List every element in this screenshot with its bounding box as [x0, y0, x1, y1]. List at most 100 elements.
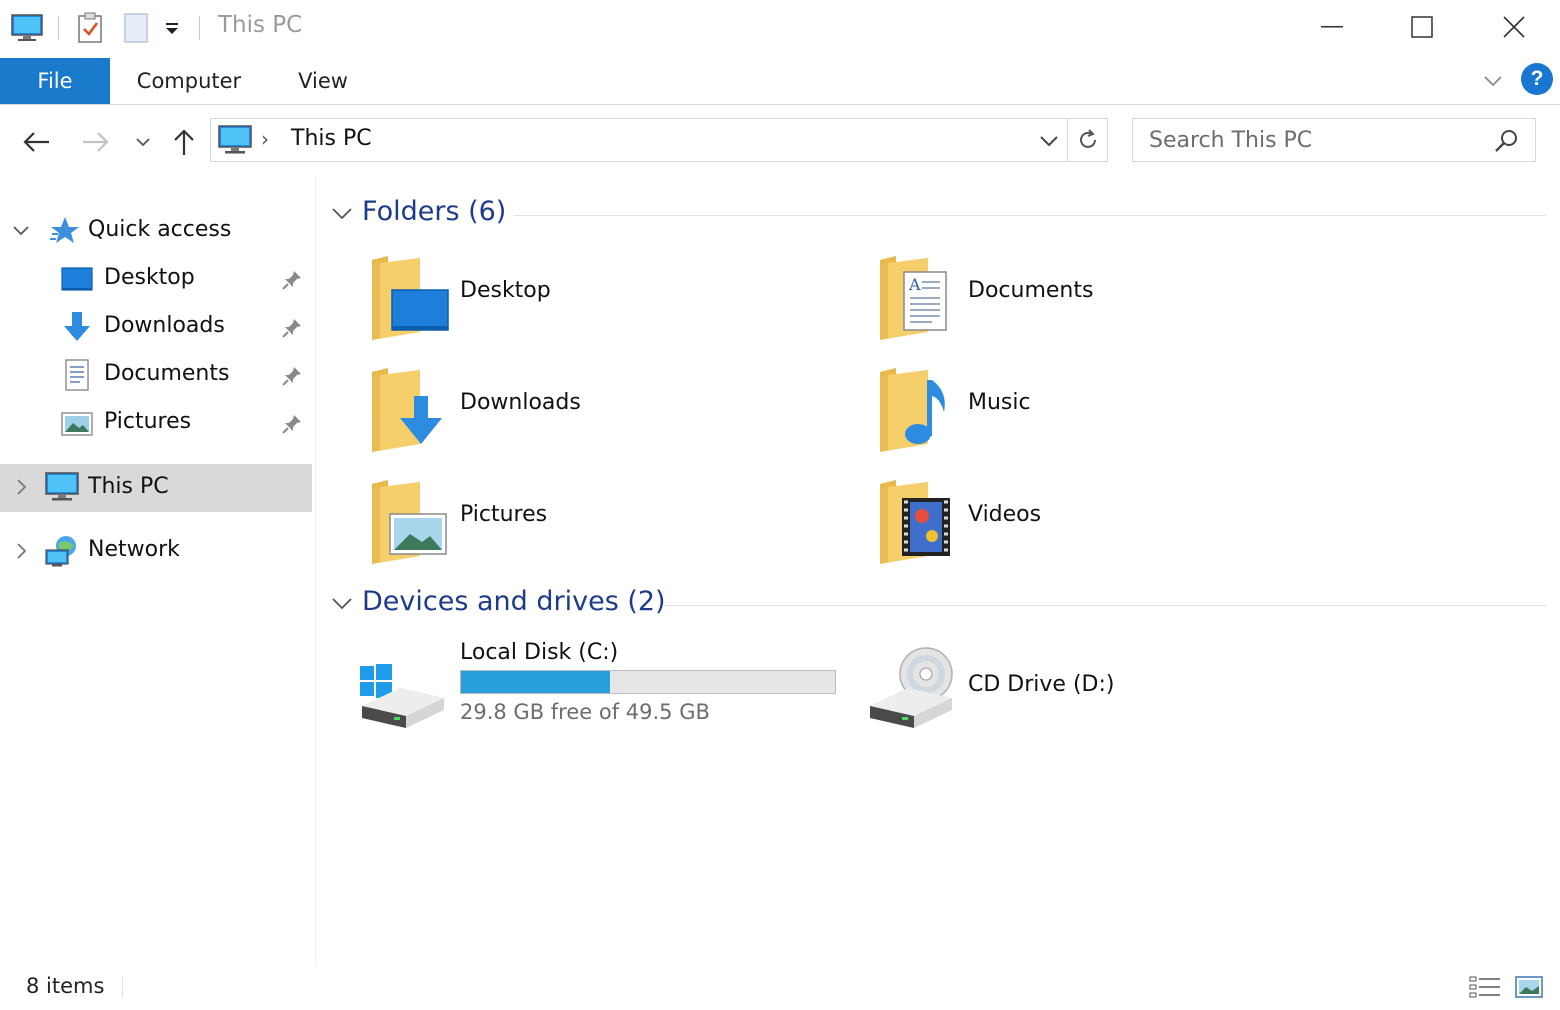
- pictures-folder-icon: [370, 478, 454, 568]
- folder-tile-music[interactable]: Music: [878, 366, 1358, 466]
- pin-icon[interactable]: [280, 412, 304, 436]
- drive-usage-fill: [461, 671, 610, 693]
- music-folder-icon: [878, 366, 962, 456]
- nav-quick-access[interactable]: Quick access: [0, 208, 312, 254]
- nav-quick-desktop[interactable]: Desktop: [0, 256, 312, 302]
- close-button[interactable]: [1484, 4, 1544, 50]
- devices-group-header[interactable]: Devices and drives (2): [330, 584, 1546, 624]
- help-button[interactable]: ?: [1521, 63, 1553, 95]
- folder-label-music: Music: [968, 390, 1031, 415]
- nav-quick-documents[interactable]: Documents: [0, 352, 312, 398]
- nav-label-desktop: Desktop: [104, 265, 195, 290]
- folders-group-header[interactable]: Folders (6): [330, 194, 1546, 234]
- search-box[interactable]: [1132, 118, 1536, 162]
- refresh-icon[interactable]: [1067, 119, 1107, 161]
- search-input[interactable]: [1133, 119, 1493, 161]
- nav-label-pictures: Pictures: [104, 409, 192, 434]
- back-arrow-icon[interactable]: [18, 124, 54, 160]
- drive-label-cd-drive-d: CD Drive (D:): [968, 672, 1115, 697]
- pin-icon[interactable]: [280, 364, 304, 388]
- drive-label-local-disk-c: Local Disk (C:): [460, 640, 619, 665]
- drive-tile-cd-drive-d[interactable]: CD Drive (D:): [868, 644, 1268, 754]
- tab-file[interactable]: File: [0, 58, 110, 104]
- search-icon[interactable]: [1493, 127, 1523, 155]
- network-icon: [44, 534, 78, 568]
- documents-icon: [60, 358, 94, 392]
- large-icons-view-icon[interactable]: [1512, 972, 1546, 1002]
- nav-label-this-pc: This PC: [88, 474, 169, 499]
- window-title: This PC: [218, 12, 303, 38]
- downloads-icon: [60, 310, 94, 344]
- pin-icon[interactable]: [280, 268, 304, 292]
- drive-tile-local-disk-c[interactable]: Local Disk (C:) 29.8 GB free of 49.5 GB: [360, 636, 840, 746]
- folders-group-title: Folders (6): [362, 196, 507, 227]
- tab-computer[interactable]: Computer: [124, 58, 254, 104]
- forward-arrow-icon[interactable]: [78, 124, 114, 160]
- folder-label-downloads: Downloads: [460, 390, 581, 415]
- nav-label-downloads: Downloads: [104, 313, 225, 338]
- breadcrumb-this-pc[interactable]: This PC: [291, 126, 372, 151]
- navigation-bar: › This PC: [0, 106, 1560, 176]
- nav-quick-downloads[interactable]: Downloads: [0, 304, 312, 350]
- expand-chevron-icon[interactable]: [10, 476, 32, 498]
- customize-qat-dropdown-icon[interactable]: [159, 11, 185, 45]
- nav-this-pc[interactable]: This PC: [0, 464, 312, 512]
- ribbon-tab-bar: File Computer View ?: [0, 58, 1560, 105]
- navigation-pane: Quick access Desktop Downloads Documents: [0, 176, 316, 966]
- recent-locations-chevron-icon[interactable]: [126, 124, 160, 160]
- folder-label-desktop: Desktop: [460, 278, 551, 303]
- qat-separator: [58, 16, 59, 40]
- address-bar[interactable]: › This PC: [210, 118, 1108, 162]
- maximize-button[interactable]: [1392, 4, 1452, 50]
- folder-label-pictures: Pictures: [460, 502, 548, 527]
- folder-tile-downloads[interactable]: Downloads: [370, 366, 850, 466]
- folder-tile-videos[interactable]: Videos: [878, 478, 1358, 578]
- devices-group-title: Devices and drives (2): [362, 586, 666, 617]
- nav-network[interactable]: Network: [0, 528, 312, 574]
- pin-icon[interactable]: [280, 316, 304, 340]
- nav-label-documents: Documents: [104, 361, 230, 386]
- status-separator: [122, 976, 123, 998]
- drive-free-space-text: 29.8 GB free of 49.5 GB: [460, 700, 710, 724]
- up-arrow-icon[interactable]: [166, 124, 202, 160]
- downloads-folder-icon: [370, 366, 454, 456]
- title-bar: This PC: [0, 0, 1560, 56]
- collapse-group-chevron-icon[interactable]: [330, 592, 354, 616]
- address-dropdown-chevron-icon[interactable]: [1035, 127, 1063, 155]
- expand-chevron-icon[interactable]: [10, 540, 32, 562]
- details-view-icon[interactable]: [1468, 972, 1502, 1002]
- this-pc-window-icon[interactable]: [10, 11, 44, 45]
- item-count: 8 items: [26, 974, 105, 998]
- videos-folder-icon: [878, 478, 962, 568]
- folder-label-videos: Videos: [968, 502, 1042, 527]
- nav-label-network: Network: [88, 537, 180, 562]
- properties-icon[interactable]: [73, 11, 107, 45]
- folder-tile-desktop[interactable]: Desktop: [370, 254, 850, 354]
- expand-ribbon-chevron-icon[interactable]: [1478, 68, 1508, 94]
- new-folder-icon[interactable]: [119, 11, 153, 45]
- quick-access-toolbar: [10, 8, 214, 48]
- group-divider: [664, 605, 1546, 606]
- folder-tile-documents[interactable]: A Documents: [878, 254, 1358, 354]
- breadcrumb-separator[interactable]: ›: [261, 127, 269, 151]
- desktop-folder-icon: [370, 254, 454, 344]
- qat-separator-2: [199, 16, 200, 40]
- this-pc-icon: [44, 470, 79, 504]
- minimize-button[interactable]: [1302, 4, 1362, 50]
- this-pc-icon: [217, 124, 253, 160]
- folder-label-documents: Documents: [968, 278, 1094, 303]
- pictures-icon: [60, 406, 94, 440]
- status-bar: 8 items: [0, 966, 1560, 1010]
- documents-folder-icon: A: [878, 254, 962, 344]
- nav-quick-pictures[interactable]: Pictures: [0, 400, 312, 446]
- collapse-chevron-icon[interactable]: [10, 220, 32, 242]
- tab-view[interactable]: View: [284, 58, 362, 104]
- folder-tile-pictures[interactable]: Pictures: [370, 478, 850, 578]
- collapse-group-chevron-icon[interactable]: [330, 202, 354, 226]
- quick-access-star-icon: [48, 214, 82, 248]
- local-disk-icon: [360, 636, 452, 728]
- desktop-icon: [60, 262, 94, 296]
- svg-text:A: A: [908, 275, 921, 294]
- group-divider: [514, 215, 1546, 216]
- cd-drive-icon: [868, 644, 960, 736]
